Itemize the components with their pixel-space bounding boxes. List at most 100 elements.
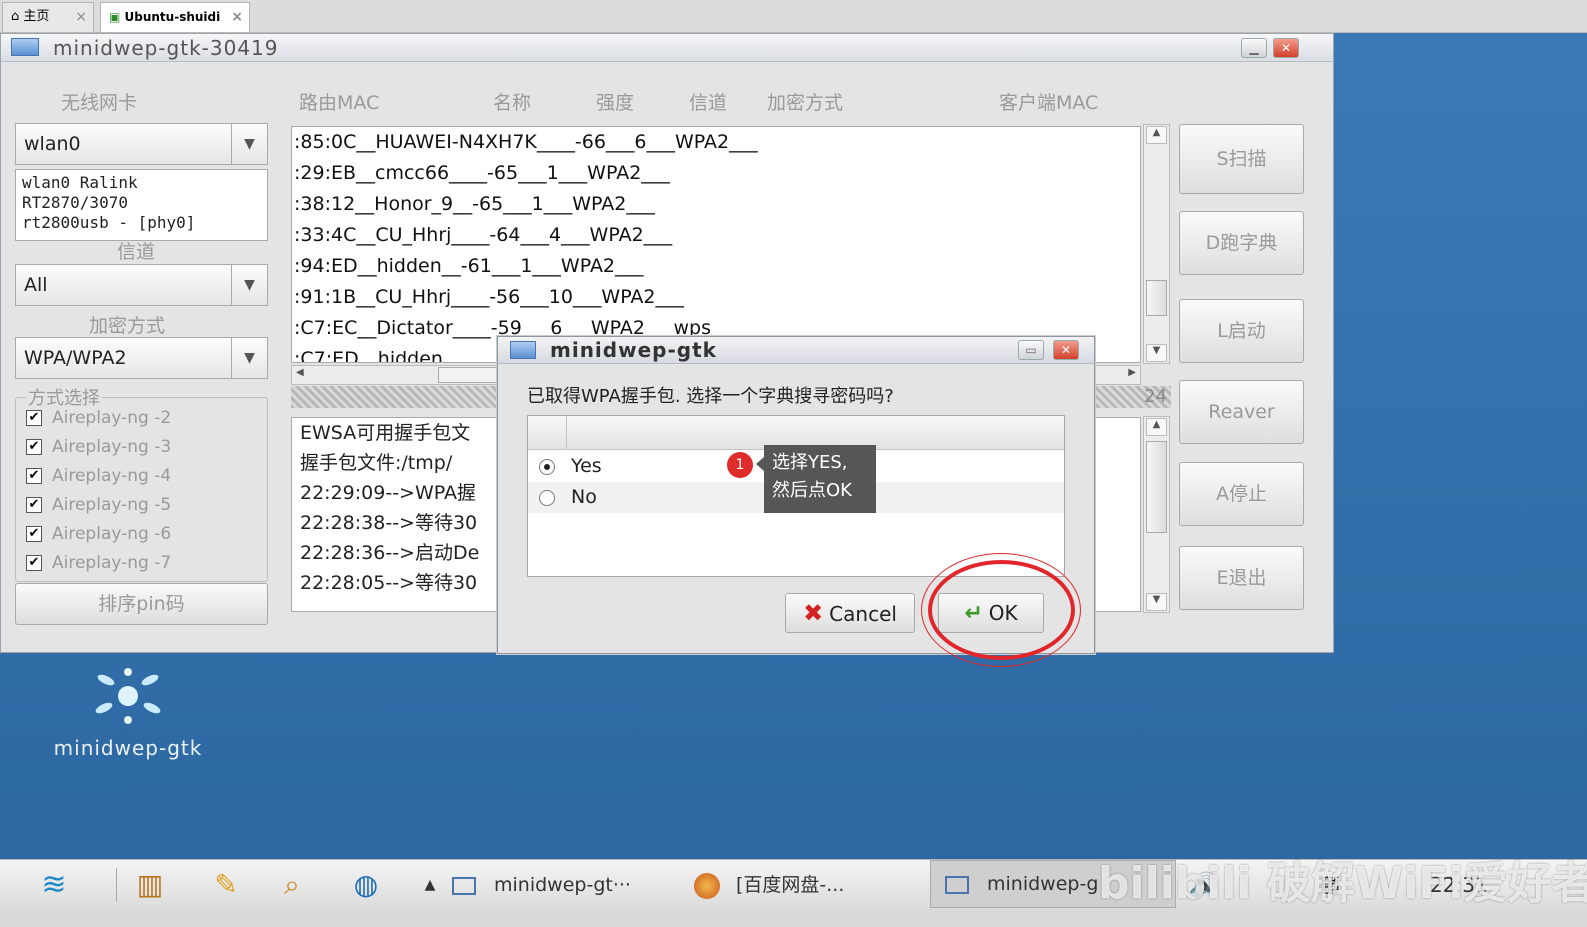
editor-icon[interactable]: ✎ — [206, 866, 246, 904]
scroll-thumb[interactable] — [438, 367, 498, 383]
scroll-up-icon[interactable]: ▲ — [1146, 418, 1167, 436]
reaver-button[interactable]: Reaver — [1179, 380, 1304, 444]
taskbar-item[interactable]: minidwep-gt··· — [452, 864, 682, 906]
scroll-thumb[interactable] — [1146, 280, 1167, 316]
dialog-titlebar[interactable]: minidwep-gtk ▭ ✕ — [498, 337, 1094, 364]
scan-button[interactable]: S扫描 — [1179, 124, 1304, 194]
checkmark-icon[interactable]: ✔ — [26, 497, 42, 513]
firefox-icon — [694, 872, 720, 899]
vm-icon: ▣ — [109, 10, 125, 24]
desktop-icon-minidwep[interactable]: minidwep-gtk — [42, 666, 214, 760]
encryption-select[interactable]: WPA/WPA2 ▼ — [15, 337, 268, 379]
network-list: :85:0C__HUAWEI-N4XH7K____-66___6___WPA2_… — [291, 126, 1141, 363]
vm-tab-ubuntu[interactable]: ▣ Ubuntu-shuidi × — [100, 2, 250, 32]
search-icon[interactable]: ⌕ — [272, 866, 312, 904]
window-icon — [452, 876, 476, 895]
window-title: minidwep-gtk-30419 — [53, 36, 279, 60]
channel-select[interactable]: All ▼ — [15, 264, 268, 306]
window-titlebar[interactable]: minidwep-gtk-30419 ▁ ✕ — [1, 34, 1333, 62]
log-scrollbar[interactable]: ▲ ▼ — [1143, 416, 1170, 613]
scroll-up-icon[interactable]: ▲ — [1146, 126, 1167, 144]
start-menu-icon[interactable]: ≋ — [8, 866, 100, 904]
close-icon[interactable]: × — [75, 3, 87, 31]
chevron-up-icon[interactable]: ▲ — [410, 866, 450, 904]
adapter-select[interactable]: wlan0 ▼ — [15, 123, 268, 165]
adapter-info: wlan0 Ralink RT2870/3070 rt2800usb - [ph… — [15, 169, 268, 241]
scroll-right-icon[interactable]: ▶ — [1128, 367, 1136, 378]
taskbar-item[interactable]: [百度网盘-... — [694, 864, 920, 906]
sort-pin-button[interactable]: 排序pin码 — [15, 583, 268, 625]
dictionary-button[interactable]: D跑字典 — [1179, 211, 1304, 275]
vm-tab-label: Ubuntu-shuidi — [124, 10, 221, 24]
dialog-title: minidwep-gtk — [550, 338, 717, 362]
adapter-value: wlan0 — [24, 133, 81, 155]
taskbar-item-label: minidwep-g — [987, 873, 1099, 895]
list-item[interactable]: :85:0C__HUAWEI-N4XH7K____-66___6___WPA2_… — [292, 127, 1140, 158]
checkmark-icon[interactable]: ✔ — [26, 410, 42, 426]
exit-button[interactable]: E退出 — [1179, 546, 1304, 610]
column-divider — [566, 416, 567, 449]
step-badge: 1 — [727, 452, 753, 478]
progress-text: 24 — [1144, 386, 1167, 407]
method-checkbox[interactable]: ✔ Aireplay-ng -7 — [26, 551, 171, 575]
vm-tab-home[interactable]: ⌂ 主页 × — [2, 2, 94, 32]
method-label: Aireplay-ng -5 — [52, 495, 172, 515]
method-label: Aireplay-ng -3 — [52, 437, 172, 457]
header-adapter: 无线网卡 — [61, 92, 138, 114]
close-button[interactable]: ✕ — [1053, 340, 1079, 360]
network-list-scrollbar[interactable]: ▲ ▼ — [1143, 124, 1170, 364]
window-icon — [510, 341, 536, 359]
method-checkbox[interactable]: ✔ Aireplay-ng -3 — [26, 435, 171, 459]
tooltip-line: 然后点OK — [772, 480, 852, 501]
list-item[interactable]: :38:12__Honor_9__-65___1___WPA2___ — [292, 189, 1140, 220]
scroll-down-icon[interactable]: ▼ — [1146, 593, 1167, 611]
scroll-left-icon[interactable]: ◀ — [296, 367, 304, 378]
radio-selected-icon[interactable] — [539, 459, 555, 475]
stop-button[interactable]: A停止 — [1179, 462, 1304, 526]
chevron-down-icon[interactable]: ▼ — [231, 338, 267, 378]
method-checkbox[interactable]: ✔ Aireplay-ng -5 — [26, 493, 171, 517]
encryption-label: 加密方式 — [89, 315, 166, 337]
highlight-ring-outer — [921, 553, 1081, 667]
checkmark-icon[interactable]: ✔ — [26, 555, 42, 571]
header-encryption: 加密方式 — [767, 92, 844, 114]
minimize-button[interactable]: ▁ — [1241, 38, 1267, 58]
header-client-mac: 客户端MAC — [999, 92, 1099, 114]
tooltip-line: 选择YES, — [772, 452, 848, 473]
option-label: Yes — [571, 455, 602, 477]
scroll-down-icon[interactable]: ▼ — [1146, 344, 1167, 362]
globe-icon[interactable]: ◍ — [346, 866, 386, 904]
method-label: Aireplay-ng -7 — [52, 553, 172, 573]
checkmark-icon[interactable]: ✔ — [26, 526, 42, 542]
radio-icon[interactable] — [539, 490, 555, 506]
method-group: 方式选择 ✔ Aireplay-ng -2 ✔ Aireplay-ng -3 ✔ Ai… — [15, 384, 268, 582]
close-button[interactable]: ✕ — [1273, 38, 1299, 58]
chevron-down-icon[interactable]: ▼ — [231, 265, 267, 305]
splash-icon — [95, 668, 161, 724]
list-item[interactable]: :94:ED__hidden__-61___1___WPA2___ — [292, 251, 1140, 282]
chevron-down-icon[interactable]: ▼ — [231, 124, 267, 164]
home-folder-icon[interactable]: ▥ — [130, 866, 170, 904]
method-checkbox[interactable]: ✔ Aireplay-ng -4 — [26, 464, 171, 488]
dialog-message: 已取得WPA握手包. 选择一个字典搜寻密码吗? — [527, 386, 894, 407]
header-strength: 强度 — [596, 92, 635, 114]
list-item[interactable]: :91:1B__CU_Hhrj____-56___10___WPA2___ — [292, 282, 1140, 313]
bilibili-logo: bilibili — [1098, 858, 1267, 909]
maximize-button[interactable]: ▭ — [1018, 340, 1044, 360]
checkmark-icon[interactable]: ✔ — [26, 468, 42, 484]
start-button[interactable]: L启动 — [1179, 299, 1304, 363]
desktop-icon-label: minidwep-gtk — [53, 736, 203, 760]
list-item[interactable]: :29:EB__cmcc66____-65___1___WPA2___ — [292, 158, 1140, 189]
scroll-thumb[interactable] — [1146, 441, 1167, 533]
method-checkbox[interactable]: ✔ Aireplay-ng -6 — [26, 522, 171, 546]
adapter-info-line: RT2870/3070 — [22, 193, 128, 212]
list-item[interactable]: :33:4C__CU_Hhrj____-64___4___WPA2___ — [292, 220, 1140, 251]
close-icon[interactable]: × — [231, 3, 243, 31]
window-icon — [945, 875, 969, 894]
option-label: No — [571, 486, 597, 508]
header-channel: 信道 — [689, 92, 728, 114]
method-checkbox[interactable]: ✔ Aireplay-ng -2 — [26, 406, 171, 430]
checkmark-icon[interactable]: ✔ — [26, 439, 42, 455]
cancel-button[interactable]: ✖ Cancel — [785, 593, 915, 633]
method-label: Aireplay-ng -2 — [52, 408, 172, 428]
